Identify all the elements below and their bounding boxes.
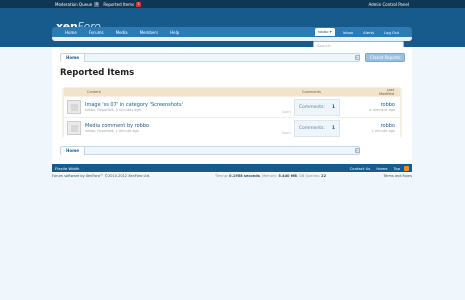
admin-control-panel-link[interactable]: Admin Control Panel [368, 2, 409, 7]
comments-stat: Comments: 1 [294, 98, 340, 116]
last-modified: robbo 1 minute ago [340, 123, 400, 134]
username-label: robbo [317, 29, 329, 34]
report-info: Media comment by robbo robbo, Reported: … [85, 123, 270, 134]
queries-label: DB Queries: [299, 174, 321, 178]
contact-us-link[interactable]: Contact Us [350, 166, 371, 171]
footer-legal: Forum software by XenForo™ ©2010-2012 Xe… [52, 174, 412, 180]
tab-media[interactable]: Media [110, 30, 134, 35]
style-chooser-link[interactable]: Flexile Width [55, 166, 79, 171]
timing-label: Timing: [215, 174, 229, 178]
moderation-queue-link[interactable]: Moderation Queue 0 [55, 1, 100, 7]
footer-home-link[interactable]: Home [376, 166, 387, 171]
breadcrumb-bottom: Home [60, 146, 360, 155]
header-comments: Comments [302, 90, 321, 94]
queries-value: 22 [321, 174, 327, 178]
debug-stats: Timing: 0.1958 seconds, Memory: 5.440 MB… [215, 174, 327, 178]
user-nav: robbo ▾ Inbox Alerts Log Out [308, 28, 404, 36]
jump-icon[interactable]: ⇱ [355, 55, 360, 60]
memory-label: Memory: [262, 174, 278, 178]
moderator-bar: Moderation Queue 0 Reported Items 1 Admi… [0, 0, 465, 8]
top-link[interactable]: Top [394, 166, 400, 171]
list-header: Content Comments Last Modified [64, 88, 400, 96]
closed-reports-button[interactable]: Closed Reports [365, 53, 405, 62]
header-content: Content [87, 90, 101, 94]
report-meta: robbo, Reported: 5 minutes ago [85, 107, 141, 112]
comments-count: 1 [331, 125, 335, 131]
user-menu-tab[interactable]: robbo ▾ [314, 28, 335, 36]
avatar[interactable] [67, 121, 81, 135]
last-modified-time: 1 minute ago [371, 128, 395, 133]
report-meta: robbo, Reported: 1 minute ago [85, 128, 139, 133]
reports-list: Content Comments Last Modified Image 'ss… [62, 87, 402, 138]
comments-count: 1 [331, 104, 335, 110]
moderation-queue-label: Moderation Queue [55, 1, 93, 7]
last-modified-time: a moment ago [369, 107, 395, 112]
main-nav: Home Forums Media Members Help robbo ▾ I… [52, 27, 412, 37]
logout-tab[interactable]: Log Out [379, 30, 404, 35]
avatar[interactable] [67, 100, 81, 114]
comments-label: Comments: [299, 104, 325, 110]
breadcrumb-home[interactable]: Home [61, 54, 85, 62]
list-item[interactable]: Media comment by robbo robbo, Reported: … [64, 118, 400, 138]
page-title: Reported Items [60, 68, 135, 78]
copyright-text: Forum software by XenForo™ ©2010-2012 Xe… [52, 174, 151, 178]
footer-bar: Flexile Width Contact Us Home Top [52, 164, 412, 172]
moderation-queue-count: 0 [94, 1, 100, 7]
comments-stat: Comments: 1 [294, 119, 340, 137]
tab-members[interactable]: Members [134, 30, 165, 35]
timing-value: 0.1958 seconds [229, 174, 260, 178]
tab-forums[interactable]: Forums [83, 30, 110, 35]
tab-help[interactable]: Help [164, 30, 185, 35]
reported-items-link[interactable]: Reported Items 1 [103, 1, 142, 7]
reported-items-count: 1 [136, 1, 142, 7]
tab-home[interactable]: Home [59, 30, 83, 35]
footer-links: Contact Us Home Top [344, 165, 409, 171]
list-item[interactable]: Image 'ss 07' in category 'Screenshots' … [64, 97, 400, 117]
header-last-modified: Last Modified [379, 88, 394, 96]
reported-items-label: Reported Items [103, 1, 135, 7]
report-type: Sport [281, 131, 291, 135]
memory-value: 5.440 MB [278, 174, 297, 178]
breadcrumb: Home [60, 53, 360, 62]
comments-label: Comments: [299, 125, 325, 131]
terms-link[interactable]: Terms and Rules [383, 174, 412, 178]
last-modified: robbo a moment ago [340, 102, 400, 113]
inbox-tab[interactable]: Inbox [338, 30, 358, 35]
jump-icon[interactable]: ⇱ [355, 148, 360, 153]
alerts-tab[interactable]: Alerts [358, 30, 379, 35]
report-type: Sport [281, 110, 291, 114]
page-content: Home ⇱ Closed Reports Reported Items Con… [52, 47, 412, 173]
chevron-down-icon: ▾ [329, 29, 332, 34]
breadcrumb-home[interactable]: Home [61, 147, 85, 155]
rss-icon[interactable] [404, 165, 409, 171]
report-info: Image 'ss 07' in category 'Screenshots' … [85, 102, 270, 113]
